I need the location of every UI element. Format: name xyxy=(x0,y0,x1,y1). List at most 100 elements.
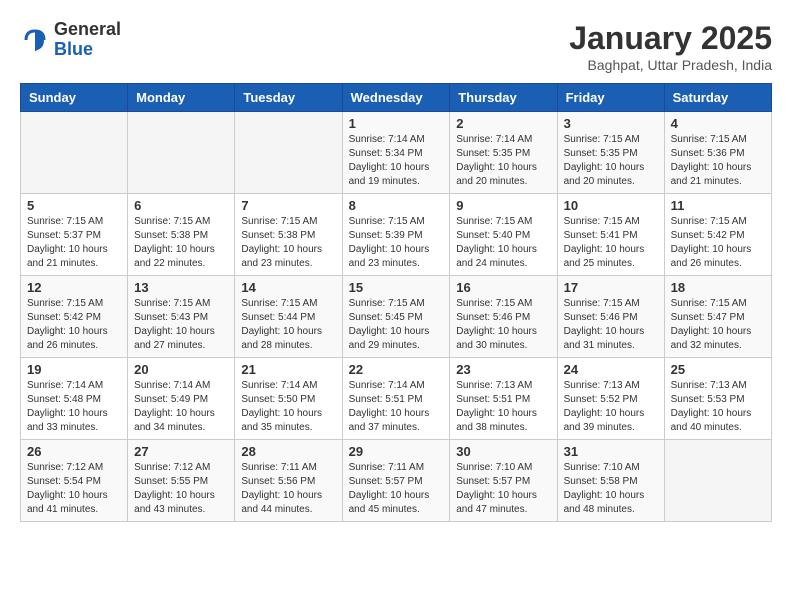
day-number: 28 xyxy=(241,444,335,459)
day-header-sunday: Sunday xyxy=(21,84,128,112)
calendar-cell: 11 Sunrise: 7:15 AMSunset: 5:42 PMDayligh… xyxy=(664,194,771,276)
day-detail: Sunrise: 7:15 AMSunset: 5:44 PMDaylight:… xyxy=(241,297,335,353)
calendar-cell: 29 Sunrise: 7:11 AMSunset: 5:57 PMDayligh… xyxy=(342,440,450,522)
calendar-cell: 12 Sunrise: 7:15 AMSunset: 5:42 PMDayligh… xyxy=(21,276,128,358)
day-number: 13 xyxy=(134,280,228,295)
calendar-cell: 10 Sunrise: 7:15 AMSunset: 5:41 PMDayligh… xyxy=(557,194,664,276)
calendar-cell: 1 Sunrise: 7:14 AMSunset: 5:34 PMDaylight… xyxy=(342,112,450,194)
day-detail: Sunrise: 7:15 AMSunset: 5:36 PMDaylight:… xyxy=(671,133,765,189)
day-detail: Sunrise: 7:13 AMSunset: 5:52 PMDaylight:… xyxy=(564,379,658,435)
calendar-cell: 2 Sunrise: 7:14 AMSunset: 5:35 PMDaylight… xyxy=(450,112,557,194)
day-number: 10 xyxy=(564,198,658,213)
calendar-cell: 14 Sunrise: 7:15 AMSunset: 5:44 PMDayligh… xyxy=(235,276,342,358)
calendar-week-row: 5 Sunrise: 7:15 AMSunset: 5:37 PMDaylight… xyxy=(21,194,772,276)
calendar-cell: 16 Sunrise: 7:15 AMSunset: 5:46 PMDayligh… xyxy=(450,276,557,358)
day-header-friday: Friday xyxy=(557,84,664,112)
day-detail: Sunrise: 7:14 AMSunset: 5:48 PMDaylight:… xyxy=(27,379,121,435)
calendar-cell: 9Sunrise: 7:15 AMSunset: 5:40 PMDaylight… xyxy=(450,194,557,276)
calendar-header-row: SundayMondayTuesdayWednesdayThursdayFrid… xyxy=(21,84,772,112)
day-detail: Sunrise: 7:15 AMSunset: 5:35 PMDaylight:… xyxy=(564,133,658,189)
day-number: 1 xyxy=(349,116,444,131)
day-number: 2 xyxy=(456,116,550,131)
calendar-cell xyxy=(664,440,771,522)
calendar-cell xyxy=(235,112,342,194)
day-detail: Sunrise: 7:15 AMSunset: 5:42 PMDaylight:… xyxy=(671,215,765,271)
calendar-cell: 27 Sunrise: 7:12 AMSunset: 5:55 PMDayligh… xyxy=(128,440,235,522)
day-detail: Sunrise: 7:11 AMSunset: 5:56 PMDaylight:… xyxy=(241,461,335,517)
day-number: 6 xyxy=(134,198,228,213)
calendar-cell: 15 Sunrise: 7:15 AMSunset: 5:45 PMDayligh… xyxy=(342,276,450,358)
day-number: 12 xyxy=(27,280,121,295)
calendar-cell: 7 Sunrise: 7:15 AMSunset: 5:38 PMDaylight… xyxy=(235,194,342,276)
month-title: January 2025 xyxy=(569,20,772,57)
day-number: 14 xyxy=(241,280,335,295)
calendar-cell: 31 Sunrise: 7:10 AMSunset: 5:58 PMDayligh… xyxy=(557,440,664,522)
day-number: 29 xyxy=(349,444,444,459)
day-detail: Sunrise: 7:14 AMSunset: 5:34 PMDaylight:… xyxy=(349,133,444,189)
calendar-cell: 3Sunrise: 7:15 AMSunset: 5:35 PMDaylight… xyxy=(557,112,664,194)
day-number: 5 xyxy=(27,198,121,213)
day-header-tuesday: Tuesday xyxy=(235,84,342,112)
calendar-cell: 30 Sunrise: 7:10 AMSunset: 5:57 PMDayligh… xyxy=(450,440,557,522)
day-number: 8 xyxy=(349,198,444,213)
day-number: 20 xyxy=(134,362,228,377)
day-number: 11 xyxy=(671,198,765,213)
day-number: 4 xyxy=(671,116,765,131)
calendar-table: SundayMondayTuesdayWednesdayThursdayFrid… xyxy=(20,83,772,522)
calendar-week-row: 26 Sunrise: 7:12 AMSunset: 5:54 PMDayligh… xyxy=(21,440,772,522)
logo-icon xyxy=(20,25,50,55)
day-header-wednesday: Wednesday xyxy=(342,84,450,112)
day-detail: Sunrise: 7:14 AMSunset: 5:51 PMDaylight:… xyxy=(349,379,444,435)
day-number: 30 xyxy=(456,444,550,459)
day-detail: Sunrise: 7:14 AMSunset: 5:35 PMDaylight:… xyxy=(456,133,550,189)
day-header-thursday: Thursday xyxy=(450,84,557,112)
day-detail: Sunrise: 7:12 AMSunset: 5:54 PMDaylight:… xyxy=(27,461,121,517)
calendar-cell: 24 Sunrise: 7:13 AMSunset: 5:52 PMDayligh… xyxy=(557,358,664,440)
calendar-cell: 22Sunrise: 7:14 AMSunset: 5:51 PMDayligh… xyxy=(342,358,450,440)
day-number: 26 xyxy=(27,444,121,459)
title-section: January 2025 Baghpat, Uttar Pradesh, Ind… xyxy=(569,20,772,73)
day-detail: Sunrise: 7:14 AMSunset: 5:50 PMDaylight:… xyxy=(241,379,335,435)
day-detail: Sunrise: 7:15 AMSunset: 5:40 PMDaylight:… xyxy=(456,215,550,271)
day-number: 15 xyxy=(349,280,444,295)
day-detail: Sunrise: 7:10 AMSunset: 5:58 PMDaylight:… xyxy=(564,461,658,517)
page-header: General Blue January 2025 Baghpat, Uttar… xyxy=(20,20,772,73)
day-number: 27 xyxy=(134,444,228,459)
calendar-cell: 17Sunrise: 7:15 AMSunset: 5:46 PMDayligh… xyxy=(557,276,664,358)
calendar-cell xyxy=(128,112,235,194)
calendar-cell: 4 Sunrise: 7:15 AMSunset: 5:36 PMDaylight… xyxy=(664,112,771,194)
calendar-cell: 18Sunrise: 7:15 AMSunset: 5:47 PMDayligh… xyxy=(664,276,771,358)
day-detail: Sunrise: 7:15 AMSunset: 5:42 PMDaylight:… xyxy=(27,297,121,353)
calendar-cell: 6 Sunrise: 7:15 AMSunset: 5:38 PMDaylight… xyxy=(128,194,235,276)
day-detail: Sunrise: 7:15 AMSunset: 5:46 PMDaylight:… xyxy=(456,297,550,353)
calendar-cell: 19Sunrise: 7:14 AMSunset: 5:48 PMDayligh… xyxy=(21,358,128,440)
calendar-cell: 26 Sunrise: 7:12 AMSunset: 5:54 PMDayligh… xyxy=(21,440,128,522)
calendar-cell: 25 Sunrise: 7:13 AMSunset: 5:53 PMDayligh… xyxy=(664,358,771,440)
day-detail: Sunrise: 7:11 AMSunset: 5:57 PMDaylight:… xyxy=(349,461,444,517)
calendar-week-row: 19Sunrise: 7:14 AMSunset: 5:48 PMDayligh… xyxy=(21,358,772,440)
day-number: 31 xyxy=(564,444,658,459)
calendar-cell: 23Sunrise: 7:13 AMSunset: 5:51 PMDayligh… xyxy=(450,358,557,440)
day-detail: Sunrise: 7:15 AMSunset: 5:43 PMDaylight:… xyxy=(134,297,228,353)
calendar-cell: 28 Sunrise: 7:11 AMSunset: 5:56 PMDayligh… xyxy=(235,440,342,522)
day-detail: Sunrise: 7:15 AMSunset: 5:47 PMDaylight:… xyxy=(671,297,765,353)
day-detail: Sunrise: 7:15 AMSunset: 5:38 PMDaylight:… xyxy=(241,215,335,271)
day-detail: Sunrise: 7:15 AMSunset: 5:45 PMDaylight:… xyxy=(349,297,444,353)
day-detail: Sunrise: 7:10 AMSunset: 5:57 PMDaylight:… xyxy=(456,461,550,517)
day-number: 25 xyxy=(671,362,765,377)
day-detail: Sunrise: 7:15 AMSunset: 5:37 PMDaylight:… xyxy=(27,215,121,271)
day-number: 24 xyxy=(564,362,658,377)
day-detail: Sunrise: 7:15 AMSunset: 5:39 PMDaylight:… xyxy=(349,215,444,271)
calendar-cell xyxy=(21,112,128,194)
day-number: 23 xyxy=(456,362,550,377)
logo-text: General Blue xyxy=(54,20,121,60)
day-detail: Sunrise: 7:12 AMSunset: 5:55 PMDaylight:… xyxy=(134,461,228,517)
day-detail: Sunrise: 7:15 AMSunset: 5:38 PMDaylight:… xyxy=(134,215,228,271)
day-number: 16 xyxy=(456,280,550,295)
calendar-week-row: 1 Sunrise: 7:14 AMSunset: 5:34 PMDaylight… xyxy=(21,112,772,194)
day-detail: Sunrise: 7:14 AMSunset: 5:49 PMDaylight:… xyxy=(134,379,228,435)
calendar-cell: 21Sunrise: 7:14 AMSunset: 5:50 PMDayligh… xyxy=(235,358,342,440)
day-detail: Sunrise: 7:15 AMSunset: 5:41 PMDaylight:… xyxy=(564,215,658,271)
day-detail: Sunrise: 7:13 AMSunset: 5:53 PMDaylight:… xyxy=(671,379,765,435)
day-number: 7 xyxy=(241,198,335,213)
